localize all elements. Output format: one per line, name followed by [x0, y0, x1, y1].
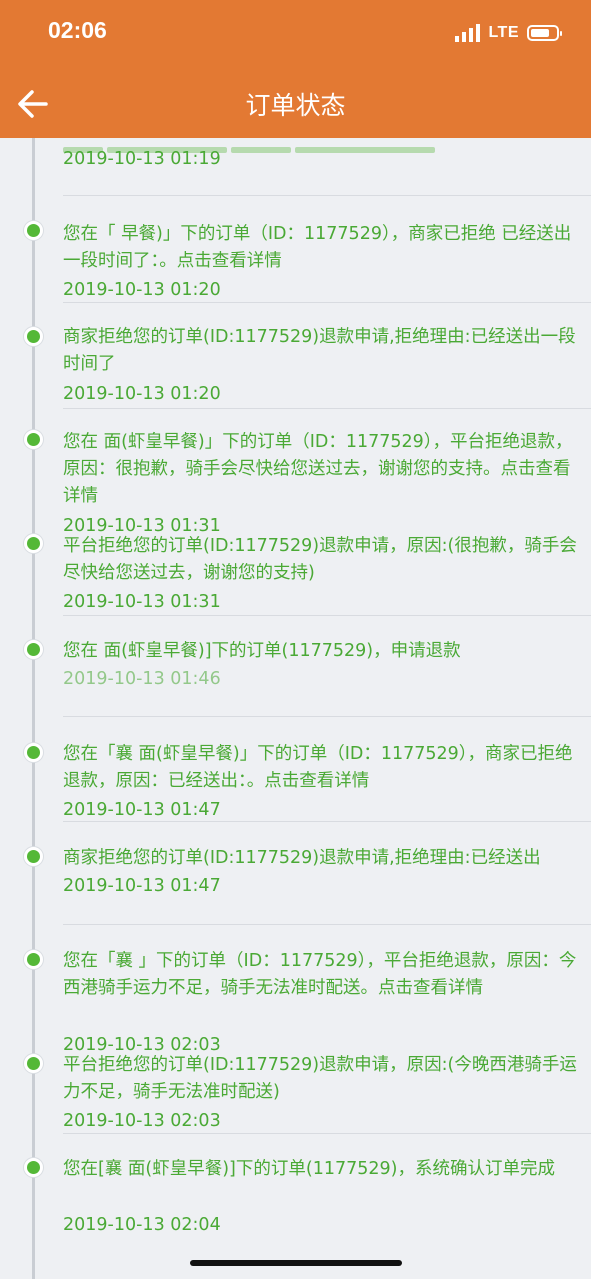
timeline-dot: [24, 1054, 43, 1073]
entry-time: 2019-10-13 01:46: [63, 669, 221, 689]
entry-message: 您在「襄 面(虾皇早餐)」下的订单（ID：1177529），商家已拒绝退款，原因…: [63, 744, 573, 791]
network-label: LTE: [488, 24, 519, 41]
divider: [63, 821, 591, 822]
entry-time: 2019-10-13 01:47: [63, 800, 221, 820]
timeline-list[interactable]: 2019-10-13 01:19 您在「 早餐)」下的订单（ID：1177529…: [0, 138, 591, 1279]
entry-message: 您在「襄 」下的订单（ID：1177529），平台拒绝退款，原因：今 西港骑手运…: [63, 951, 577, 998]
entry-message: 商家拒绝您的订单(ID:1177529)退款申请,拒绝理由:已经送出: [63, 848, 541, 868]
entry-message: 您在 面(虾皇早餐)」下的订单（ID：1177529），平台拒绝退款，原因：很抱…: [63, 432, 573, 506]
timeline-dot: [24, 847, 43, 866]
home-indicator[interactable]: [190, 1260, 402, 1266]
timeline-dot: [24, 430, 43, 449]
divider: [63, 615, 591, 616]
entry-time: 2019-10-13 01:20: [63, 384, 221, 404]
timeline-dot: [24, 327, 43, 346]
timeline-dot: [24, 1158, 43, 1177]
divider: [63, 195, 591, 196]
entry-time: 2019-10-13 01:47: [63, 876, 221, 896]
entry-time: 2019-10-13 01:31: [63, 592, 221, 612]
battery-icon: [527, 25, 562, 41]
timeline-dot: [24, 534, 43, 553]
entry-time: 2019-10-13 02:03: [63, 1111, 221, 1131]
entry-message: 平台拒绝您的订单(ID:1177529)退款申请，原因:(很抱歉，骑手会尽快给您…: [63, 536, 577, 583]
divider: [63, 408, 591, 409]
divider: [63, 302, 591, 303]
timeline-line: [32, 138, 35, 1279]
timeline-dot: [24, 950, 43, 969]
entry-message: 平台拒绝您的订单(ID:1177529)退款申请，原因:(今晚西港骑手运力不足，…: [63, 1055, 577, 1102]
entry-time: 2019-10-13 01:20: [63, 280, 221, 300]
divider: [63, 716, 591, 717]
app-header: 02:06 LTE 订单状态: [0, 0, 591, 138]
entry-time: 2019-10-13 02:04: [63, 1215, 221, 1235]
entry-message: 商家拒绝您的订单(ID:1177529)退款申请,拒绝理由:已经送出一段时间了: [63, 327, 576, 374]
status-time: 02:06: [48, 17, 107, 43]
signal-icon: [455, 24, 481, 42]
timeline-dot: [24, 640, 43, 659]
page-title: 订单状态: [245, 91, 346, 120]
status-indicators: LTE: [455, 22, 562, 44]
entry-message: 您在 面(虾皇早餐)]下的订单(1177529)，申请退款: [63, 641, 461, 661]
divider: [63, 1133, 591, 1134]
entry-time: 2019-10-13 01:19: [63, 149, 221, 169]
divider: [63, 924, 591, 925]
timeline-dot: [24, 743, 43, 762]
entry-message: 您在[襄 面(虾皇早餐)]下的订单(1177529)，系统确认订单完成: [63, 1159, 555, 1179]
timeline-dot: [24, 221, 43, 240]
entry-message: 您在「 早餐)」下的订单（ID：1177529），商家已拒绝 已经送出一段时间了…: [63, 224, 572, 271]
